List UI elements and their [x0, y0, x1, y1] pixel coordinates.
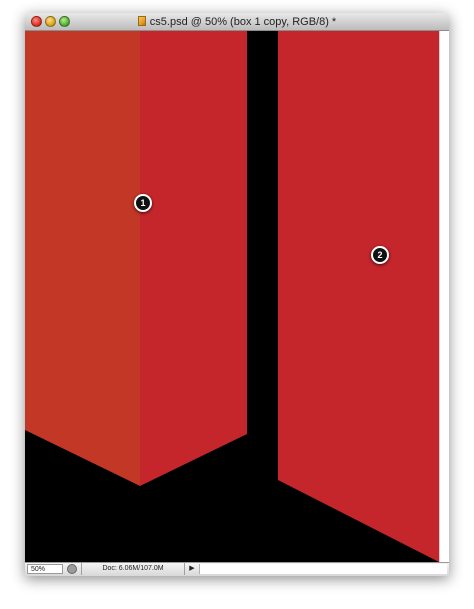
title-bar[interactable]: cs5.psd @ 50% (box 1 copy, RGB/8) *: [25, 13, 449, 31]
vertical-scrollbar[interactable]: [439, 31, 449, 562]
document-size-info[interactable]: Doc: 6.06M/107.0M: [81, 563, 185, 575]
status-bar: Doc: 6.06M/107.0M ▶: [25, 562, 449, 576]
window-title: cs5.psd @ 50% (box 1 copy, RGB/8) *: [149, 16, 337, 28]
callout-marker-1: 1: [134, 194, 152, 212]
box-1-left-half[interactable]: [25, 31, 140, 486]
triangle-right-icon[interactable]: ▶: [187, 564, 197, 574]
document-canvas[interactable]: 1 2: [25, 31, 439, 562]
callout-marker-2: 2: [371, 246, 389, 264]
document-window: cs5.psd @ 50% (box 1 copy, RGB/8) * 1 2 …: [25, 13, 449, 576]
status-circle-icon[interactable]: [67, 564, 77, 574]
window-title-group: cs5.psd @ 50% (box 1 copy, RGB/8) *: [25, 15, 449, 29]
zoom-level-field[interactable]: [27, 564, 63, 574]
artwork: [25, 31, 439, 562]
box-2[interactable]: [278, 31, 439, 562]
horizontal-scrollbar[interactable]: [199, 564, 447, 574]
photoshop-document-icon: [137, 16, 146, 26]
box-1-right-half[interactable]: [140, 31, 247, 486]
